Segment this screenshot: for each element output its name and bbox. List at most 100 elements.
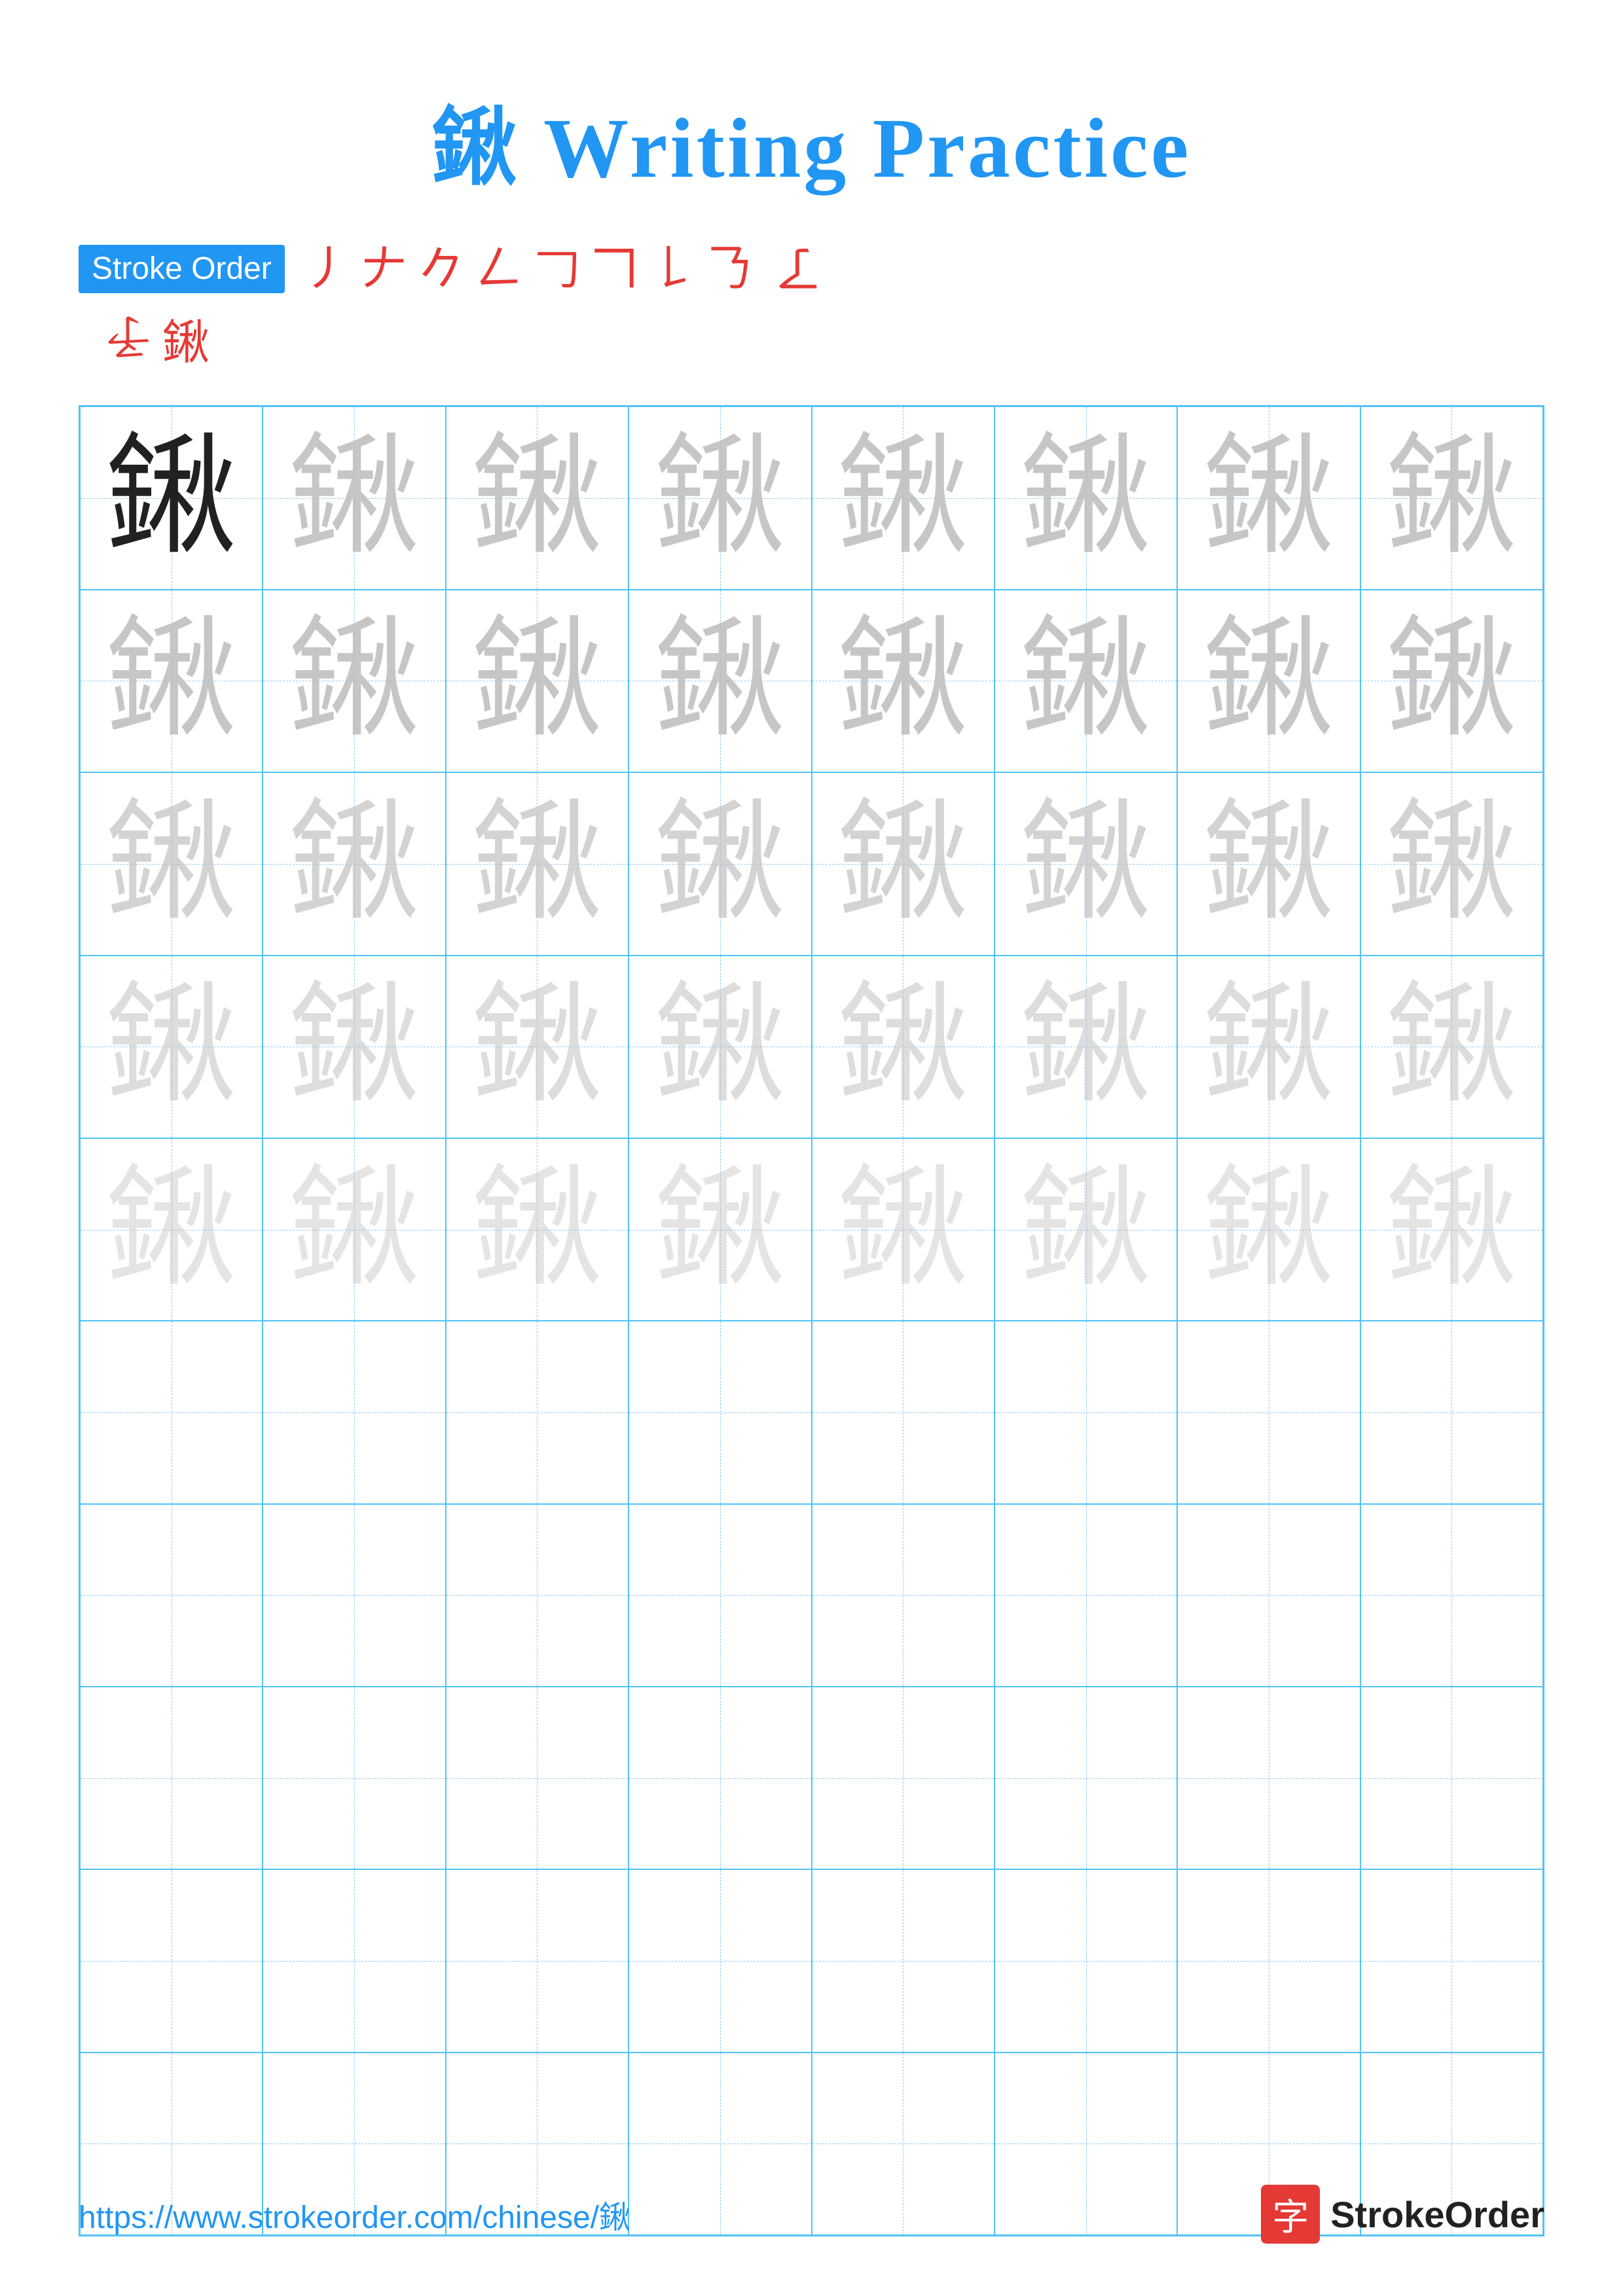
char-display: 鍬 bbox=[1021, 981, 1152, 1112]
grid-cell-r9-c4[interactable] bbox=[629, 1869, 811, 2052]
grid-cell-r8-c1[interactable] bbox=[80, 1687, 263, 1869]
char-display: 鍬 bbox=[1021, 433, 1152, 564]
grid-cell-r1-c4[interactable]: 鍬 bbox=[629, 406, 811, 589]
stroke-char-1: 丿 bbox=[303, 241, 350, 297]
char-display: 鍬 bbox=[655, 981, 786, 1112]
stroke-order-row2: 𠄒 𠄓 𠄔 鍬 bbox=[79, 304, 1544, 372]
stroke-char-4: 𠃋 bbox=[476, 241, 523, 297]
grid-cell-r6-c1[interactable] bbox=[80, 1321, 263, 1503]
grid-cell-r7-c1[interactable] bbox=[80, 1504, 263, 1687]
grid-cell-r7-c4[interactable] bbox=[629, 1504, 811, 1687]
stroke-char-7: 𠄌 bbox=[649, 241, 696, 297]
char-display: 鍬 bbox=[837, 981, 968, 1112]
grid-cell-r9-c5[interactable] bbox=[812, 1869, 994, 2052]
grid-cell-r2-c2[interactable]: 鍬 bbox=[263, 590, 445, 772]
grid-cell-r1-c5[interactable]: 鍬 bbox=[812, 406, 994, 589]
grid-cell-r6-c5[interactable] bbox=[812, 1321, 994, 1503]
char-display: 鍬 bbox=[837, 615, 968, 746]
grid-cell-r1-c3[interactable]: 鍬 bbox=[446, 406, 629, 589]
grid-cell-r4-c6[interactable]: 鍬 bbox=[994, 956, 1177, 1138]
grid-cell-r5-c7[interactable]: 鍬 bbox=[1177, 1138, 1360, 1321]
char-display: 鍬 bbox=[289, 433, 420, 564]
char-display: 鍬 bbox=[471, 981, 602, 1112]
grid-cell-r5-c2[interactable]: 鍬 bbox=[263, 1138, 445, 1321]
char-display: 鍬 bbox=[655, 433, 786, 564]
char-display: 鍬 bbox=[471, 433, 602, 564]
grid-cell-r9-c3[interactable] bbox=[446, 1869, 629, 2052]
grid-cell-r9-c8[interactable] bbox=[1360, 1869, 1543, 2052]
grid-cell-r9-c2[interactable] bbox=[263, 1869, 445, 2052]
grid-cell-r3-c4[interactable]: 鍬 bbox=[629, 772, 811, 955]
grid-cell-r6-c6[interactable] bbox=[994, 1321, 1177, 1503]
grid-cell-r7-c5[interactable] bbox=[812, 1504, 994, 1687]
grid-cell-r9-c6[interactable] bbox=[994, 1869, 1177, 2052]
grid-cell-r2-c1[interactable]: 鍬 bbox=[80, 590, 263, 772]
grid-cell-r6-c8[interactable] bbox=[1360, 1321, 1543, 1503]
grid-cell-r8-c6[interactable] bbox=[994, 1687, 1177, 1869]
grid-cell-r8-c5[interactable] bbox=[812, 1687, 994, 1869]
char-display: 鍬 bbox=[106, 798, 237, 929]
grid-cell-r2-c4[interactable]: 鍬 bbox=[629, 590, 811, 772]
grid-cell-r5-c4[interactable]: 鍬 bbox=[629, 1138, 811, 1321]
grid-cell-r8-c7[interactable] bbox=[1177, 1687, 1360, 1869]
stroke-char-8: 𠄎 bbox=[706, 241, 754, 297]
grid-cell-r7-c8[interactable] bbox=[1360, 1504, 1543, 1687]
char-display: 鍬 bbox=[106, 1164, 237, 1295]
grid-cell-r3-c2[interactable]: 鍬 bbox=[263, 772, 445, 955]
grid-cell-r2-c3[interactable]: 鍬 bbox=[446, 590, 629, 772]
grid-cell-r6-c2[interactable] bbox=[263, 1321, 445, 1503]
grid-cell-r3-c5[interactable]: 鍬 bbox=[812, 772, 994, 955]
page: 鍬 Writing Practice Stroke Order 丿 𠂇 𠂊 𠃋 … bbox=[0, 0, 1623, 2296]
footer-logo: 字 StrokeOrder bbox=[1261, 2185, 1544, 2244]
grid-cell-r6-c4[interactable] bbox=[629, 1321, 811, 1503]
grid-cell-r7-c7[interactable] bbox=[1177, 1504, 1360, 1687]
grid-cell-r5-c6[interactable]: 鍬 bbox=[994, 1138, 1177, 1321]
grid-cell-r6-c7[interactable] bbox=[1177, 1321, 1360, 1503]
grid-cell-r8-c4[interactable] bbox=[629, 1687, 811, 1869]
grid-cell-r5-c8[interactable]: 鍬 bbox=[1360, 1138, 1543, 1321]
grid-cell-r5-c5[interactable]: 鍬 bbox=[812, 1138, 994, 1321]
grid-cell-r5-c1[interactable]: 鍬 bbox=[80, 1138, 263, 1321]
grid-cell-r4-c7[interactable]: 鍬 bbox=[1177, 956, 1360, 1138]
grid-cell-r3-c7[interactable]: 鍬 bbox=[1177, 772, 1360, 955]
grid-cell-r2-c8[interactable]: 鍬 bbox=[1360, 590, 1543, 772]
grid-cell-r3-c8[interactable]: 鍬 bbox=[1360, 772, 1543, 955]
grid-cell-r1-c2[interactable]: 鍬 bbox=[263, 406, 445, 589]
grid-cell-r2-c7[interactable]: 鍬 bbox=[1177, 590, 1360, 772]
char-display: 鍬 bbox=[1021, 798, 1152, 929]
grid-cell-r8-c3[interactable] bbox=[446, 1687, 629, 1869]
practice-grid: 鍬 鍬 鍬 鍬 鍬 鍬 鍬 鍬 鍬 鍬 鍬 鍬 鍬 鍬 鍬 鍬 鍬 鍬 鍬 鍬 … bbox=[79, 405, 1544, 2236]
grid-cell-r6-c3[interactable] bbox=[446, 1321, 629, 1503]
grid-cell-r3-c6[interactable]: 鍬 bbox=[994, 772, 1177, 955]
grid-cell-r4-c4[interactable]: 鍬 bbox=[629, 956, 811, 1138]
grid-cell-r7-c6[interactable] bbox=[994, 1504, 1177, 1687]
char-display: 鍬 bbox=[655, 615, 786, 746]
grid-cell-r9-c7[interactable] bbox=[1177, 1869, 1360, 2052]
stroke-char-15: 𠄔 bbox=[105, 311, 152, 366]
grid-cell-r1-c7[interactable]: 鍬 bbox=[1177, 406, 1360, 589]
grid-cell-r1-c6[interactable]: 鍬 bbox=[994, 406, 1177, 589]
grid-cell-r9-c1[interactable] bbox=[80, 1869, 263, 2052]
grid-cell-r4-c5[interactable]: 鍬 bbox=[812, 956, 994, 1138]
grid-cell-r8-c2[interactable] bbox=[263, 1687, 445, 1869]
char-display: 鍬 bbox=[471, 1164, 602, 1295]
grid-cell-r3-c3[interactable]: 鍬 bbox=[446, 772, 629, 955]
grid-cell-r2-c6[interactable]: 鍬 bbox=[994, 590, 1177, 772]
grid-cell-r2-c5[interactable]: 鍬 bbox=[812, 590, 994, 772]
stroke-order-row1: Stroke Order 丿 𠂇 𠂊 𠃋 𠃌 𠃍 𠄌 𠄎 𠄍 𠄏 𠄐 𠄑 bbox=[79, 241, 1544, 297]
grid-cell-r7-c3[interactable] bbox=[446, 1504, 629, 1687]
char-display: 鍬 bbox=[1203, 981, 1334, 1112]
stroke-char-2: 𠂇 bbox=[361, 241, 408, 297]
grid-cell-r7-c2[interactable] bbox=[263, 1504, 445, 1687]
char-display: 鍬 bbox=[1203, 798, 1334, 929]
grid-cell-r8-c8[interactable] bbox=[1360, 1687, 1543, 1869]
grid-cell-r5-c3[interactable]: 鍬 bbox=[446, 1138, 629, 1321]
grid-cell-r1-c1[interactable]: 鍬 bbox=[80, 406, 263, 589]
footer-url[interactable]: https://www.strokeorder.com/chinese/鍬 bbox=[79, 2191, 630, 2237]
grid-cell-r4-c3[interactable]: 鍬 bbox=[446, 956, 629, 1138]
grid-cell-r4-c8[interactable]: 鍬 bbox=[1360, 956, 1543, 1138]
grid-cell-r4-c2[interactable]: 鍬 bbox=[263, 956, 445, 1138]
grid-cell-r1-c8[interactable]: 鍬 bbox=[1360, 406, 1543, 589]
grid-cell-r4-c1[interactable]: 鍬 bbox=[80, 956, 263, 1138]
grid-cell-r3-c1[interactable]: 鍬 bbox=[80, 772, 263, 955]
